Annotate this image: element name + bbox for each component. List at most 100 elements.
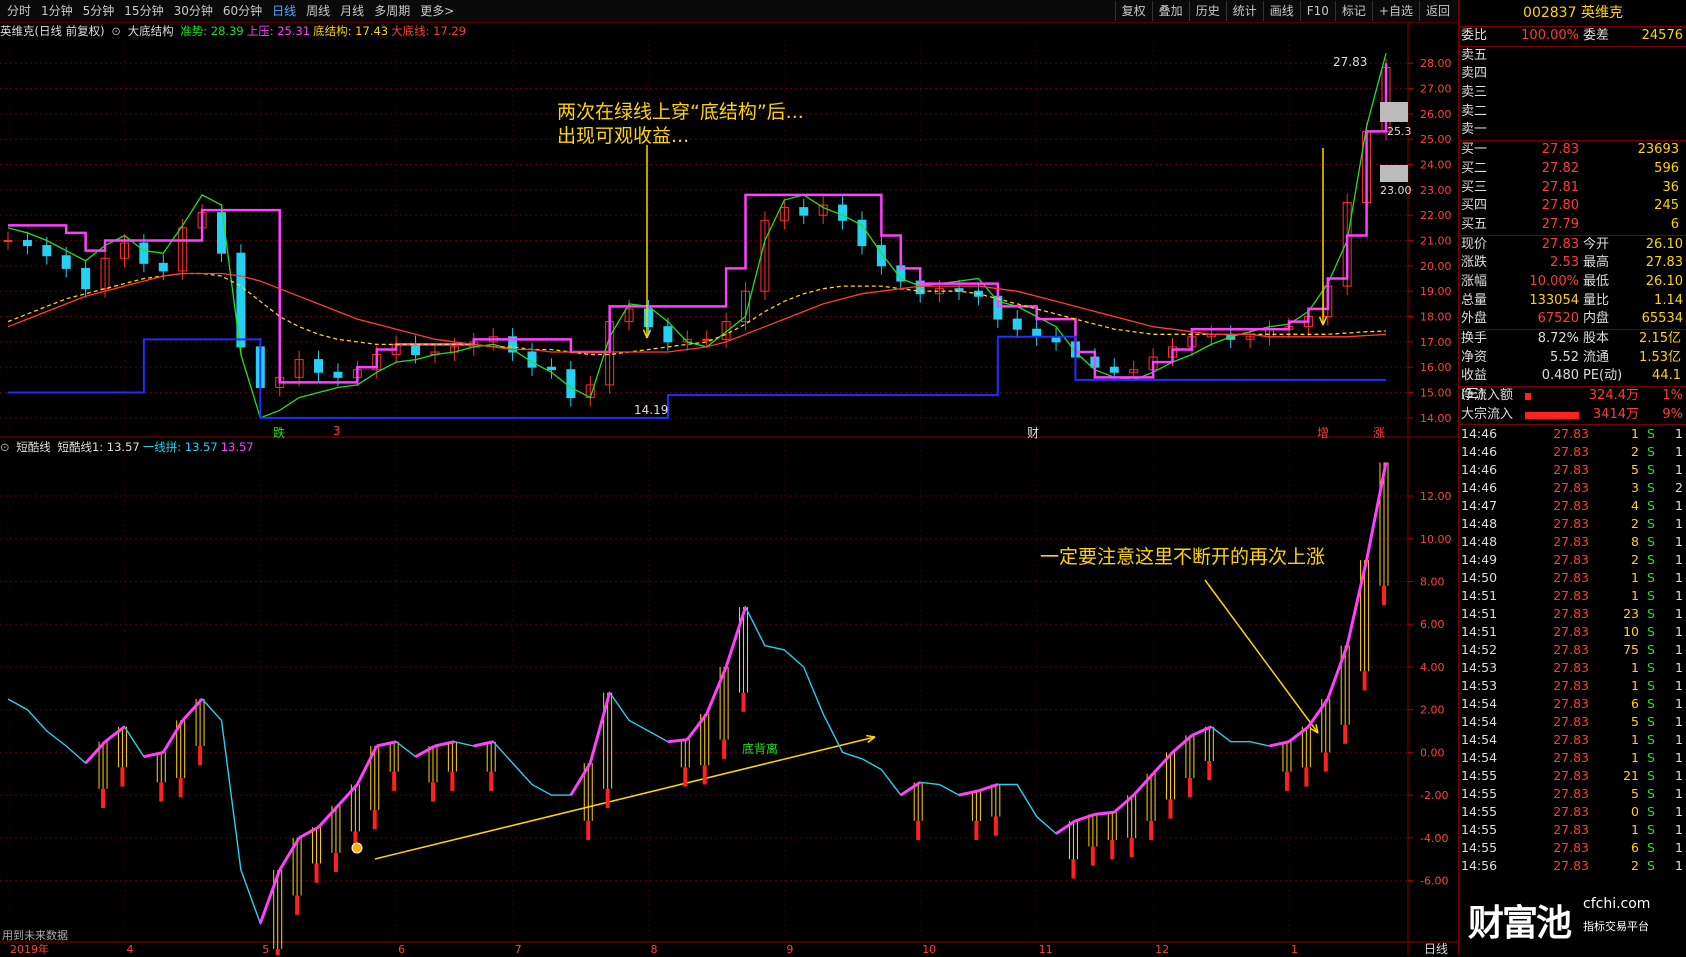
tick-side: S (1647, 750, 1655, 766)
tick-count: 1 (1675, 570, 1683, 586)
tick-count: 1 (1675, 714, 1683, 730)
tick-time: 14:51 (1461, 624, 1498, 640)
tick-price: 27.83 (1553, 714, 1589, 730)
tick-row: 14:48 27.83 2 S 1 (1459, 515, 1686, 533)
stat-label: 现价 (1461, 236, 1488, 252)
tick-price: 27.83 (1553, 498, 1589, 514)
flow-row: 净流入额 324.4万 1% (1459, 387, 1686, 406)
event-flag[interactable]: 涨 (1373, 424, 1385, 441)
annotation-top-1: 两次在绿线上穿“底结构”后... (557, 101, 804, 123)
tick-time: 14:55 (1461, 804, 1498, 820)
stat-value: 26.10 (1645, 273, 1683, 289)
tick-time: 14:47 (1461, 498, 1498, 514)
y-tick-label: 25.00 (1420, 133, 1452, 146)
y-tick-label: 16.00 (1420, 361, 1452, 374)
stat-label: PE(动) (1583, 368, 1623, 384)
tick-time: 14:46 (1461, 444, 1498, 460)
candle-body (314, 359, 324, 373)
ask-label: 卖四 (1461, 66, 1488, 82)
tick-row: 14:54 27.83 1 S 1 (1459, 731, 1686, 749)
bid-row[interactable]: 买三 27.81 36 (1459, 179, 1686, 198)
tick-row: 14:46 27.83 3 S 2 (1459, 479, 1686, 497)
bid-volume: 6 (1670, 216, 1679, 232)
tick-volume: 3 (1631, 480, 1639, 496)
tick-volume: 5 (1631, 714, 1639, 730)
tick-list[interactable]: 14:46 27.83 1 S 1 14:46 27.83 2 S 1 14:46 27.83 5 S 1 1… (1459, 425, 1686, 875)
tick-time: 14:54 (1461, 750, 1498, 766)
bid-row[interactable]: 买二 27.82 596 (1459, 160, 1686, 179)
tick-row: 14:49 27.83 2 S 1 (1459, 551, 1686, 569)
stat-label: 收益(三) (1461, 368, 1488, 403)
bid-row[interactable]: 买五 27.79 6 (1459, 216, 1686, 235)
tick-price: 27.83 (1553, 804, 1589, 820)
weibi-label: 委比 (1461, 28, 1488, 43)
bid-row[interactable]: 买一 27.83 23693 (1459, 141, 1686, 160)
sub-indicator-name[interactable]: 短酷线 (16, 440, 51, 454)
candle-body (22, 240, 32, 247)
stat-value: 1.14 (1654, 292, 1683, 308)
tick-row: 14:53 27.83 1 S 1 (1459, 659, 1686, 677)
y-tick-label: -2.00 (1420, 789, 1448, 802)
y-tick-label: 20.00 (1420, 260, 1452, 273)
bid-price: 27.80 (1541, 198, 1579, 214)
candle-body (838, 204, 848, 221)
stat-row: 外盘 67520 内盘 65534 (1459, 310, 1686, 329)
ask-label: 卖五 (1461, 47, 1488, 63)
collapse-icon[interactable]: ⊙ (111, 24, 121, 38)
bid-price: 27.83 (1541, 142, 1579, 158)
tick-time: 14:51 (1461, 588, 1498, 604)
tick-row: 14:51 27.83 1 S 1 (1459, 587, 1686, 605)
tick-side: S (1647, 462, 1655, 478)
tick-side: S (1647, 678, 1655, 694)
collapse-icon[interactable]: ⊙ (0, 440, 10, 454)
y-tick-label: -6.00 (1420, 875, 1448, 888)
event-flag[interactable]: 增 (1317, 424, 1329, 441)
rising-segment (1132, 772, 1155, 797)
candle-body (1109, 366, 1119, 373)
rising-segment (104, 725, 126, 743)
event-flag[interactable]: 财 (1027, 424, 1039, 441)
weibi-row: 委比 100.00% 委差 24576 (1459, 27, 1686, 46)
tick-side: S (1647, 480, 1655, 496)
ask-book: 卖五 卖四 卖三 卖二 卖一 (1459, 47, 1686, 140)
event-flag[interactable]: 跌 (273, 424, 285, 441)
rising-segment (258, 869, 282, 924)
tick-volume: 1 (1631, 570, 1639, 586)
tick-side: S (1647, 426, 1655, 442)
stat-row: 涨跌 2.53 最高 27.83 (1459, 254, 1686, 273)
tick-volume: 1 (1631, 822, 1639, 838)
tick-time: 14:51 (1461, 606, 1498, 622)
tick-side: S (1647, 840, 1655, 856)
tick-volume: 1 (1631, 426, 1639, 442)
tick-side: S (1647, 624, 1655, 640)
indicator-name[interactable]: 大底结构 (128, 24, 174, 38)
tick-count: 1 (1675, 732, 1683, 748)
x-tick-label: 5 (262, 943, 269, 955)
flow-label: 净流入额 (1461, 388, 1514, 404)
flow-value: 324.4万 (1588, 388, 1639, 404)
trend-arrow (374, 736, 876, 860)
tick-row: 14:48 27.83 8 S 1 (1459, 533, 1686, 551)
bid-volume: 596 (1654, 160, 1679, 176)
ask-row: 卖四 (1459, 65, 1686, 84)
bid-volume: 36 (1662, 179, 1679, 195)
legend-item: 一线拼: 13.57 (142, 440, 218, 454)
rising-segment (143, 750, 164, 759)
tick-side: S (1647, 714, 1655, 730)
kline-chart[interactable]: 28.00 27.00 26.00 25.00 24.00 23.00 22.00 21.00… (0, 0, 1458, 955)
stock-title: 英维克(日线 前复权) (0, 24, 105, 38)
tick-volume: 5 (1631, 786, 1639, 802)
bid-price: 27.82 (1541, 160, 1579, 176)
tick-side: S (1647, 570, 1655, 586)
event-flag[interactable]: 3 (333, 424, 341, 438)
stat-label: 内盘 (1583, 311, 1610, 327)
legend-item: 底结构: 17.43 (313, 24, 389, 38)
bid-row[interactable]: 买四 27.80 245 (1459, 197, 1686, 216)
tick-row: 14:47 27.83 4 S 1 (1459, 497, 1686, 515)
stat-row: 总量 133054 量比 1.14 (1459, 292, 1686, 311)
tick-price: 27.83 (1553, 534, 1589, 550)
